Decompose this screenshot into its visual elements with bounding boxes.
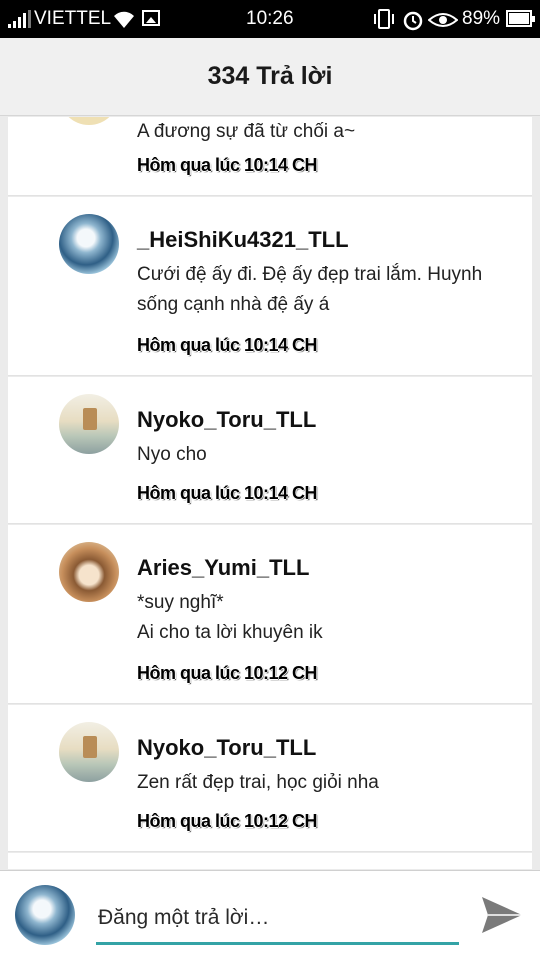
vibrate-icon <box>374 9 394 29</box>
battery-percent: 89% <box>462 8 501 29</box>
reply-timestamp: Hôm qua lúc 10:12 CH <box>137 811 318 831</box>
status-bar: VIETTEL 10:26 89% <box>0 0 540 38</box>
avatar <box>15 885 75 945</box>
wifi-icon <box>114 11 134 29</box>
list-item[interactable] <box>8 853 532 869</box>
reply-text-line: *suy nghĩ* <box>137 592 224 613</box>
reply-author[interactable]: Aries_Yumi_TLL <box>137 555 309 581</box>
list-item[interactable]: Nyoko_Toru_TLL Zen rất đẹp trai, học giỏ… <box>8 705 532 852</box>
clock: 10:26 <box>246 8 294 29</box>
reply-text: Zen rất đẹp trai, học giỏi nha <box>137 772 379 793</box>
avatar[interactable] <box>59 542 119 602</box>
header: 334 Trả lời <box>0 38 540 116</box>
list-item[interactable]: _HeiShiKu4321_TLL Cưới đệ ấy đi. Đệ ấy đ… <box>8 197 532 376</box>
list-item[interactable]: Nyoko_Toru_TLL Nyo cho Hôm qua lúc 10:14… <box>8 377 532 524</box>
avatar[interactable] <box>59 117 119 125</box>
reply-composer <box>0 870 540 960</box>
reply-timestamp: Hôm qua lúc 10:14 CH <box>137 335 318 355</box>
reply-timestamp: Hôm qua lúc 10:14 CH <box>137 483 318 503</box>
list-item[interactable]: A đương sự đã từ chối a~ Hôm qua lúc 10:… <box>8 117 532 196</box>
carrier-name: VIETTEL <box>34 8 112 29</box>
reply-text: *suy nghĩ* Ai cho ta lời khuyên ik <box>137 588 517 648</box>
image-icon <box>142 10 160 26</box>
alarm-icon <box>403 11 423 31</box>
reply-text: Cưới đệ ấy đi. Đệ ấy đẹp trai lắm. Huynh… <box>137 264 483 315</box>
avatar[interactable] <box>59 394 119 454</box>
avatar[interactable] <box>59 214 119 274</box>
send-icon[interactable] <box>480 895 524 935</box>
reply-text: A đương sự đã từ chối a~ <box>137 121 356 142</box>
battery-icon <box>506 10 535 27</box>
signal-icon <box>8 10 31 28</box>
avatar[interactable] <box>59 722 119 782</box>
list-item[interactable]: Aries_Yumi_TLL *suy nghĩ* Ai cho ta lời … <box>8 525 532 704</box>
reply-text: Nyo cho <box>137 444 207 465</box>
reply-input[interactable] <box>96 893 459 945</box>
reply-author[interactable]: Nyoko_Toru_TLL <box>137 407 316 433</box>
reply-timestamp: Hôm qua lúc 10:14 CH <box>137 155 318 175</box>
eye-icon <box>428 13 458 27</box>
reply-list[interactable]: A đương sự đã từ chối a~ Hôm qua lúc 10:… <box>8 117 532 869</box>
page-title: 334 Trả lời <box>207 62 333 90</box>
reply-author[interactable]: _HeiShiKu4321_TLL <box>137 227 349 253</box>
reply-timestamp: Hôm qua lúc 10:12 CH <box>137 663 318 683</box>
reply-author[interactable]: Nyoko_Toru_TLL <box>137 735 316 761</box>
reply-text-line: Ai cho ta lời khuyên ik <box>137 622 323 643</box>
